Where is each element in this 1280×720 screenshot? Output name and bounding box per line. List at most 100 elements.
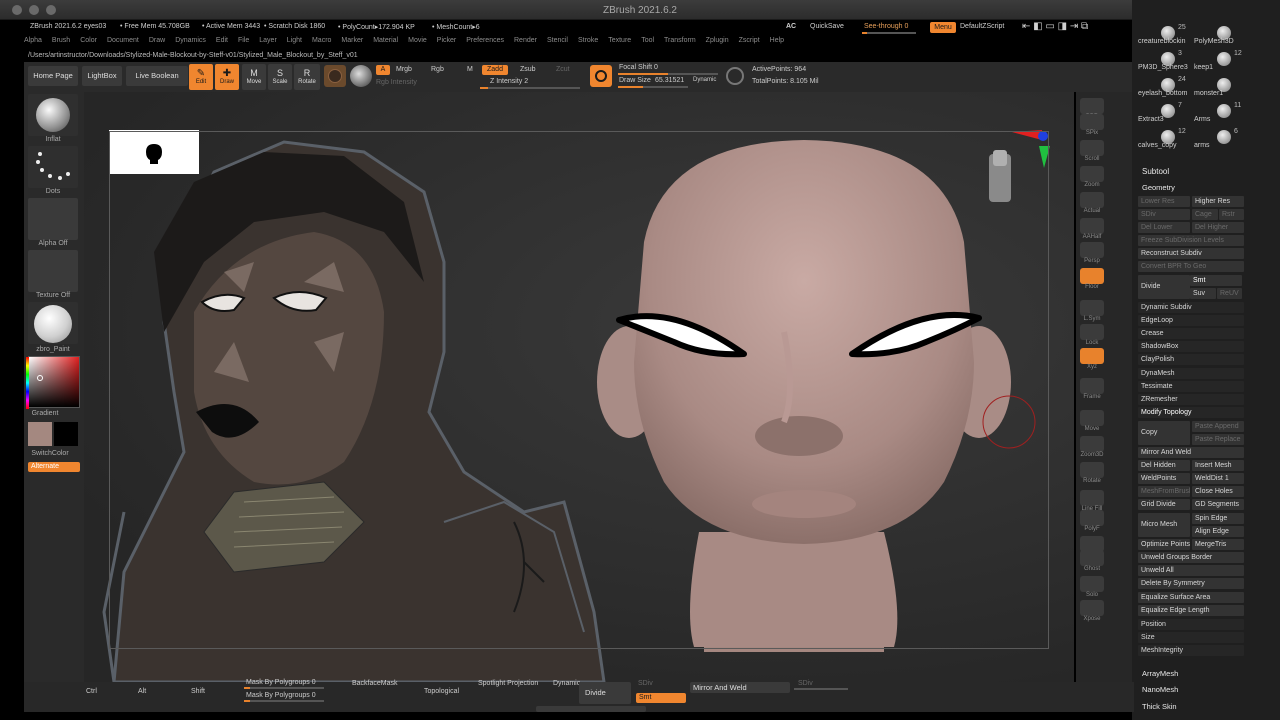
- arraymesh-header[interactable]: ArrayMesh: [1142, 669, 1178, 678]
- alternate-button[interactable]: Alternate: [28, 462, 80, 472]
- menu-file[interactable]: File: [238, 37, 249, 49]
- dynamic-button[interactable]: Dynamic: [553, 680, 580, 687]
- edgeloop-header[interactable]: EdgeLoop: [1138, 315, 1244, 326]
- divide-button[interactable]: Divide: [1138, 275, 1190, 299]
- gradient-label[interactable]: Gradient: [24, 410, 66, 417]
- meshfrombrush-button[interactable]: MeshFromBrush: [1138, 486, 1190, 497]
- equalize-surface-area-button[interactable]: Equalize Surface Area: [1138, 592, 1244, 603]
- rgb-intensity-slider[interactable]: Rgb Intensity: [376, 79, 417, 86]
- subtool-header[interactable]: Subtool: [1142, 167, 1169, 176]
- mergetris-button[interactable]: MergeTris: [1192, 539, 1244, 550]
- nav-move-button[interactable]: [1080, 410, 1104, 426]
- menu-render[interactable]: Render: [514, 37, 537, 49]
- rotate-button[interactable]: R Rotate: [294, 64, 320, 90]
- tool-name[interactable]: arms: [1194, 142, 1210, 149]
- color-picker[interactable]: [26, 356, 80, 409]
- menu-transform[interactable]: Transform: [664, 37, 696, 49]
- equalize-edge-length-button[interactable]: Equalize Edge Length: [1138, 605, 1244, 616]
- topological-button[interactable]: Topological: [424, 688, 459, 695]
- color-sphere-icon[interactable]: [350, 65, 372, 87]
- menu-draw[interactable]: Draw: [149, 37, 165, 49]
- menu-document[interactable]: Document: [107, 37, 139, 49]
- del-hidden-button[interactable]: Del Hidden: [1138, 460, 1190, 471]
- nav-aahalf-button[interactable]: [1080, 218, 1104, 234]
- shadowbox-header[interactable]: ShadowBox: [1138, 341, 1244, 352]
- freeze-subdiv-button[interactable]: Freeze SubDivision Levels: [1138, 235, 1244, 246]
- menu-stencil[interactable]: Stencil: [547, 37, 568, 49]
- grid-divide-button[interactable]: Grid Divide: [1138, 499, 1190, 510]
- material-thumbnail[interactable]: [28, 302, 78, 344]
- tessimate-header[interactable]: Tessimate: [1138, 381, 1244, 392]
- reconstruct-subdiv-button[interactable]: Reconstruct Subdiv: [1138, 248, 1244, 259]
- backfacemask-button[interactable]: BackfaceMask: [352, 680, 398, 687]
- micro-mesh-button[interactable]: Micro Mesh: [1138, 513, 1190, 537]
- mask-by-polygroups-track-2[interactable]: [244, 700, 324, 702]
- nav-bpr-button[interactable]: [1080, 98, 1104, 114]
- nav-xyz-button[interactable]: [1080, 348, 1104, 364]
- nav-floor-button[interactable]: [1080, 268, 1104, 284]
- seethrough-track[interactable]: [862, 32, 916, 34]
- alt-key[interactable]: Alt: [138, 688, 146, 695]
- align-edge-button[interactable]: Align Edge: [1192, 526, 1244, 537]
- suv-toggle[interactable]: Suv: [1190, 288, 1216, 299]
- menu-brush[interactable]: Brush: [52, 37, 70, 49]
- nav-zoom-button[interactable]: [1080, 166, 1104, 182]
- geometry-header[interactable]: Geometry: [1142, 183, 1175, 192]
- brush-thumbnail[interactable]: [28, 94, 78, 136]
- lightbox-button[interactable]: LightBox: [82, 66, 122, 86]
- menu-color[interactable]: Color: [80, 37, 97, 49]
- menu-dynamics[interactable]: Dynamics: [175, 37, 206, 49]
- nav-spix-button[interactable]: [1080, 114, 1104, 130]
- optimize-points-button[interactable]: Optimize Points: [1138, 539, 1190, 550]
- rstr-button[interactable]: Rstr: [1219, 209, 1244, 220]
- welddist-slider[interactable]: WeldDist 1: [1192, 473, 1244, 484]
- menu-alpha[interactable]: Alpha: [24, 37, 42, 49]
- menu-edit[interactable]: Edit: [216, 37, 228, 49]
- menu-button[interactable]: Menu: [930, 22, 956, 33]
- zsub-button[interactable]: Zsub: [520, 66, 536, 73]
- draw-button[interactable]: ✚ Draw: [215, 64, 239, 90]
- smt-toggle-bottom[interactable]: Smt: [636, 693, 686, 703]
- zadd-button[interactable]: Zadd: [482, 65, 508, 75]
- sdiv-slider-bottom[interactable]: SDiv: [638, 680, 653, 687]
- texture-thumbnail[interactable]: [28, 250, 78, 292]
- sdiv-track-bottom-2[interactable]: [794, 688, 848, 690]
- close-holes-button[interactable]: Close Holes: [1192, 486, 1244, 497]
- dynamesh-header[interactable]: DynaMesh: [1138, 368, 1244, 379]
- sdiv-slider-bottom-2[interactable]: SDiv: [798, 680, 813, 687]
- mirror-and-weld-button-bottom[interactable]: Mirror And Weld: [690, 682, 790, 693]
- menu-picker[interactable]: Picker: [437, 37, 456, 49]
- del-lower-button[interactable]: Del Lower: [1138, 222, 1190, 233]
- shift-key[interactable]: Shift: [191, 688, 205, 695]
- menu-light[interactable]: Light: [287, 37, 302, 49]
- home-page-button[interactable]: Home Page: [28, 66, 78, 86]
- menu-movie[interactable]: Movie: [408, 37, 427, 49]
- m-button[interactable]: M: [467, 66, 473, 73]
- gd-segments-slider[interactable]: GD Segments: [1192, 499, 1244, 510]
- crease-header[interactable]: Crease: [1138, 328, 1244, 339]
- nav-persp-button[interactable]: [1080, 242, 1104, 258]
- tool-name[interactable]: creatureblockin: [1138, 38, 1185, 45]
- thick-skin-header[interactable]: Thick Skin: [1142, 702, 1177, 711]
- nav-polyf-button[interactable]: [1080, 510, 1104, 526]
- scale-button[interactable]: S Scale: [268, 64, 292, 90]
- menu-layer[interactable]: Layer: [259, 37, 277, 49]
- nav-line-fill-button[interactable]: [1080, 490, 1104, 506]
- tool-name[interactable]: monster1: [1194, 90, 1223, 97]
- default-zscript[interactable]: DefaultZScript: [960, 23, 1004, 30]
- material-swatch-icon[interactable]: [324, 65, 346, 87]
- quicksave-button[interactable]: QuickSave: [810, 23, 844, 30]
- draw-size-track[interactable]: [618, 86, 688, 88]
- del-higher-button[interactable]: Del Higher: [1192, 222, 1244, 233]
- zremesher-header[interactable]: ZRemesher: [1138, 394, 1244, 405]
- copy-button[interactable]: Copy: [1138, 421, 1190, 445]
- secondary-color-swatch[interactable]: [54, 422, 78, 446]
- bottom-scroll-handle[interactable]: [536, 706, 646, 712]
- nav-l-sym-button[interactable]: [1080, 300, 1104, 316]
- claypolish-header[interactable]: ClayPolish: [1138, 354, 1244, 365]
- lower-res-button[interactable]: Lower Res: [1138, 196, 1190, 207]
- dynamic-toggle[interactable]: Dynamic: [693, 77, 716, 83]
- smt-toggle[interactable]: Smt: [1190, 275, 1242, 286]
- menu-macro[interactable]: Macro: [312, 37, 331, 49]
- menu-zscript[interactable]: Zscript: [739, 37, 760, 49]
